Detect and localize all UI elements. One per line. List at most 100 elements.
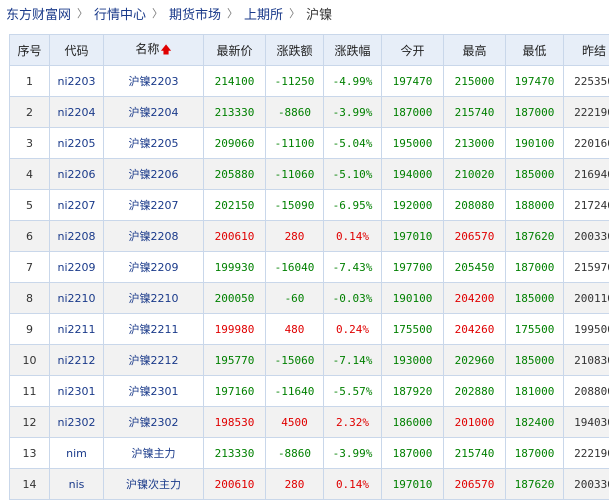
cell-low: 185000 [505,158,564,190]
cell-prev-settle: 200110 [563,282,609,314]
cell-name[interactable]: 沪镍次主力 [103,468,204,500]
table-row[interactable]: 5 ni2207 沪镍2207 202150 -15090 -6.95% 192000 208… [9,189,609,221]
table-row[interactable]: 12 ni2302 沪镍2302 198530 4500 2.32% 186000 20100… [9,406,609,438]
cell-no: 11 [9,375,50,407]
cell-change-pct: 0.14% [323,220,382,252]
table-row[interactable]: 4 ni2206 沪镍2206 205880 -11060 -5.10% 194000 210… [9,158,609,190]
cell-low: 182400 [505,406,564,438]
cell-change-pct: -5.04% [323,127,382,159]
cell-code[interactable]: ni2205 [49,127,104,159]
cell-name[interactable]: 沪镍主力 [103,437,204,469]
header-low[interactable]: 最低 [505,34,564,66]
breadcrumb-link-quotes-center[interactable]: 行情中心 [94,4,146,23]
cell-change: 280 [265,220,324,252]
cell-name[interactable]: 沪镍2301 [103,375,204,407]
cell-high: 215740 [443,96,506,128]
breadcrumb-separator-icon: 〉 [227,7,239,20]
cell-code[interactable]: ni2212 [49,344,104,376]
cell-low: 190100 [505,127,564,159]
breadcrumb-separator-icon: 〉 [289,7,301,20]
header-no[interactable]: 序号 [9,34,50,66]
cell-code[interactable]: ni2208 [49,220,104,252]
table-row[interactable]: 9 ni2211 沪镍2211 199980 480 0.24% 175500 204260 1… [9,313,609,345]
cell-name[interactable]: 沪镍2206 [103,158,204,190]
cell-no: 4 [9,158,50,190]
cell-low: 188000 [505,189,564,221]
table-row[interactable]: 7 ni2209 沪镍2209 199930 -16040 -7.43% 197700 205… [9,251,609,283]
cell-change: -8860 [265,437,324,469]
header-change-pct[interactable]: 涨跌幅 [323,34,382,66]
table-row[interactable]: 10 ni2212 沪镍2212 195770 -15060 -7.14% 193000 20… [9,344,609,376]
cell-name[interactable]: 沪镍2302 [103,406,204,438]
header-code[interactable]: 代码 [49,34,104,66]
cell-last-price: 198530 [203,406,266,438]
table-row[interactable]: 8 ni2210 沪镍2210 200050 -60 -0.03% 190100 204200… [9,282,609,314]
cell-name[interactable]: 沪镍2209 [103,251,204,283]
header-name[interactable]: 名称🡅 [103,34,204,66]
cell-high: 206570 [443,468,506,500]
cell-high: 202960 [443,344,506,376]
table-row[interactable]: 6 ni2208 沪镍2208 200610 280 0.14% 197010 206570 1… [9,220,609,252]
cell-low: 175500 [505,313,564,345]
cell-name[interactable]: 沪镍2204 [103,96,204,128]
cell-low: 197470 [505,65,564,97]
cell-open: 190100 [381,282,444,314]
cell-prev-settle: 225350 [563,65,609,97]
header-open[interactable]: 今开 [381,34,444,66]
breadcrumb: 东方财富网 〉 行情中心 〉 期货市场 〉 上期所 〉 沪镍 [0,0,609,26]
cell-high: 208080 [443,189,506,221]
cell-open: 194000 [381,158,444,190]
table-row[interactable]: 1 ni2203 沪镍2203 214100 -11250 -4.99% 197470 215… [9,65,609,97]
cell-code[interactable]: ni2206 [49,158,104,190]
cell-name[interactable]: 沪镍2210 [103,282,204,314]
breadcrumb-link-futures-market[interactable]: 期货市场 [169,4,221,23]
cell-no: 13 [9,437,50,469]
cell-code[interactable]: ni2209 [49,251,104,283]
table-row[interactable]: 2 ni2204 沪镍2204 213330 -8860 -3.99% 187000 2157… [9,96,609,128]
cell-low: 187000 [505,96,564,128]
header-change[interactable]: 涨跌额 [265,34,324,66]
quotes-table: 序号 代码 名称🡅 最新价 涨跌额 涨跌幅 今开 最高 最低 昨结 1 ni220… [9,34,609,500]
cell-no: 9 [9,313,50,345]
cell-change: -11640 [265,375,324,407]
table-row[interactable]: 13 nim 沪镍主力 213330 -8860 -3.99% 187000 215740 18… [9,437,609,469]
cell-change: 280 [265,468,324,500]
table-row[interactable]: 3 ni2205 沪镍2205 209060 -11100 -5.04% 195000 213… [9,127,609,159]
cell-no: 5 [9,189,50,221]
cell-open: 175500 [381,313,444,345]
cell-code[interactable]: ni2301 [49,375,104,407]
header-prev-settle[interactable]: 昨结 [563,34,609,66]
cell-last-price: 202150 [203,189,266,221]
breadcrumb-link-shfe[interactable]: 上期所 [244,4,283,23]
table-row[interactable]: 11 ni2301 沪镍2301 197160 -11640 -5.57% 187920 20… [9,375,609,407]
cell-name[interactable]: 沪镍2208 [103,220,204,252]
cell-last-price: 205880 [203,158,266,190]
cell-code[interactable]: nim [49,437,104,469]
cell-code[interactable]: ni2204 [49,96,104,128]
cell-name[interactable]: 沪镍2203 [103,65,204,97]
cell-high: 210020 [443,158,506,190]
cell-change: -11250 [265,65,324,97]
breadcrumb-link-home[interactable]: 东方财富网 [6,4,71,23]
cell-code[interactable]: ni2302 [49,406,104,438]
cell-change: -15060 [265,344,324,376]
cell-name[interactable]: 沪镍2205 [103,127,204,159]
cell-no: 6 [9,220,50,252]
cell-last-price: 213330 [203,96,266,128]
cell-open: 193000 [381,344,444,376]
cell-change-pct: -5.57% [323,375,382,407]
cell-code[interactable]: ni2207 [49,189,104,221]
cell-name[interactable]: 沪镍2211 [103,313,204,345]
cell-code[interactable]: ni2211 [49,313,104,345]
header-last-price[interactable]: 最新价 [203,34,266,66]
cell-change: 4500 [265,406,324,438]
cell-change: -8860 [265,96,324,128]
cell-change: -11100 [265,127,324,159]
cell-name[interactable]: 沪镍2212 [103,344,204,376]
table-row[interactable]: 14 nis 沪镍次主力 200610 280 0.14% 197010 206570 1876… [9,468,609,500]
cell-code[interactable]: nis [49,468,104,500]
cell-code[interactable]: ni2203 [49,65,104,97]
cell-code[interactable]: ni2210 [49,282,104,314]
cell-name[interactable]: 沪镍2207 [103,189,204,221]
header-high[interactable]: 最高 [443,34,506,66]
